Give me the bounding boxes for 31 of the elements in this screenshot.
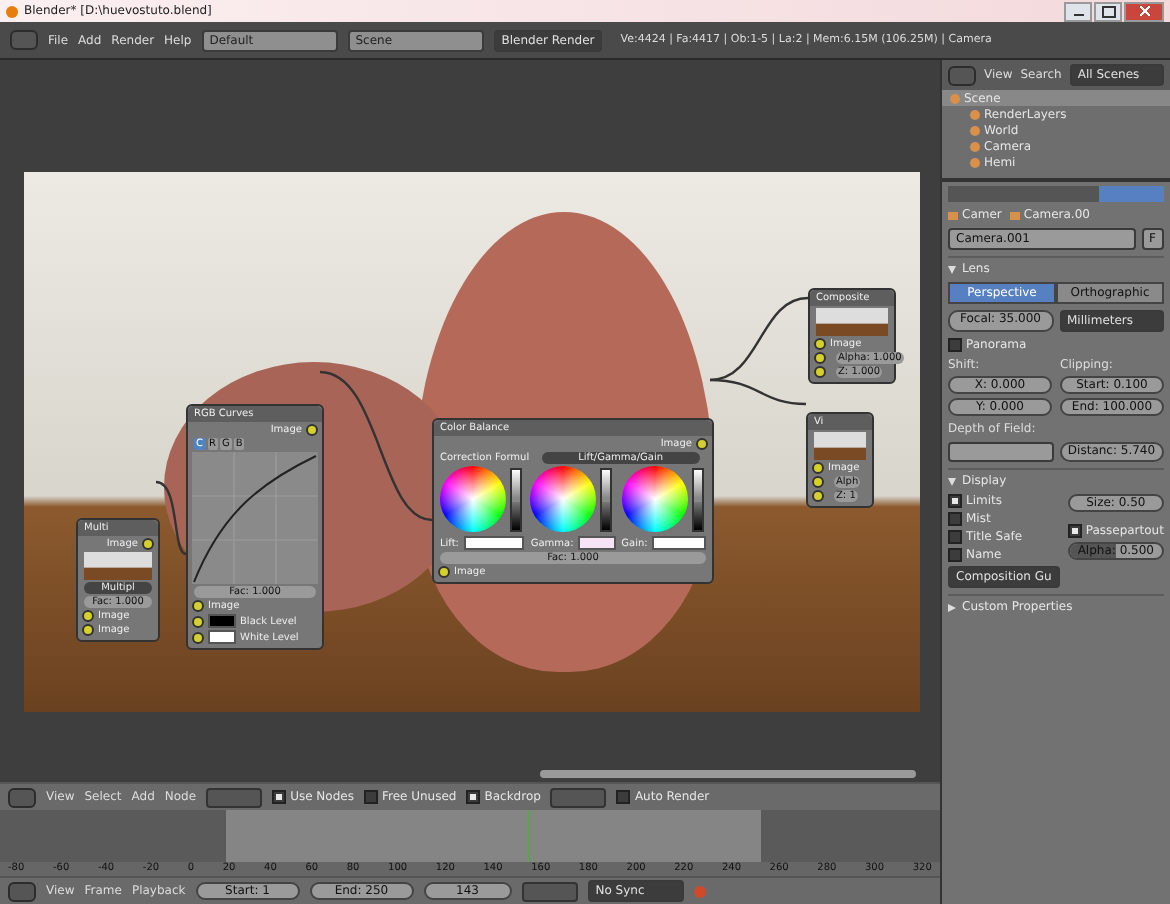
value-slider[interactable] — [510, 467, 522, 531]
minimize-button[interactable] — [1064, 1, 1092, 21]
value-slider[interactable] — [600, 467, 613, 531]
color-swatch[interactable] — [577, 536, 616, 550]
color-swatch[interactable] — [651, 536, 706, 550]
scene-icon — [950, 93, 960, 103]
color-wheel[interactable] — [440, 466, 506, 532]
preview-placeholder — [816, 308, 888, 336]
value-slider[interactable] — [691, 467, 704, 531]
socket-icon[interactable] — [696, 438, 708, 450]
preview-placeholder — [814, 432, 866, 460]
app-logo-icon — [6, 5, 18, 17]
camera-icon — [948, 211, 958, 219]
socket-icon[interactable] — [142, 538, 154, 550]
maximize-button[interactable] — [1094, 1, 1122, 21]
editor-type-button[interactable] — [8, 881, 36, 902]
color-swatch[interactable] — [463, 536, 525, 550]
color-wheel[interactable] — [530, 466, 597, 532]
editor-type-button[interactable] — [8, 787, 36, 808]
color-swatch[interactable] — [208, 614, 236, 628]
curve-graph[interactable] — [192, 452, 318, 584]
socket-icon[interactable] — [306, 424, 318, 436]
color-swatch[interactable] — [208, 630, 236, 644]
preview-placeholder — [84, 552, 152, 580]
node-link — [155, 480, 187, 556]
camera-icon — [1009, 211, 1020, 219]
color-wheel[interactable] — [621, 466, 688, 532]
close-button[interactable] — [1124, 1, 1164, 21]
socket-icon[interactable] — [438, 566, 450, 578]
focus-object-field[interactable] — [948, 442, 1053, 462]
scrollbar[interactable] — [540, 770, 916, 779]
